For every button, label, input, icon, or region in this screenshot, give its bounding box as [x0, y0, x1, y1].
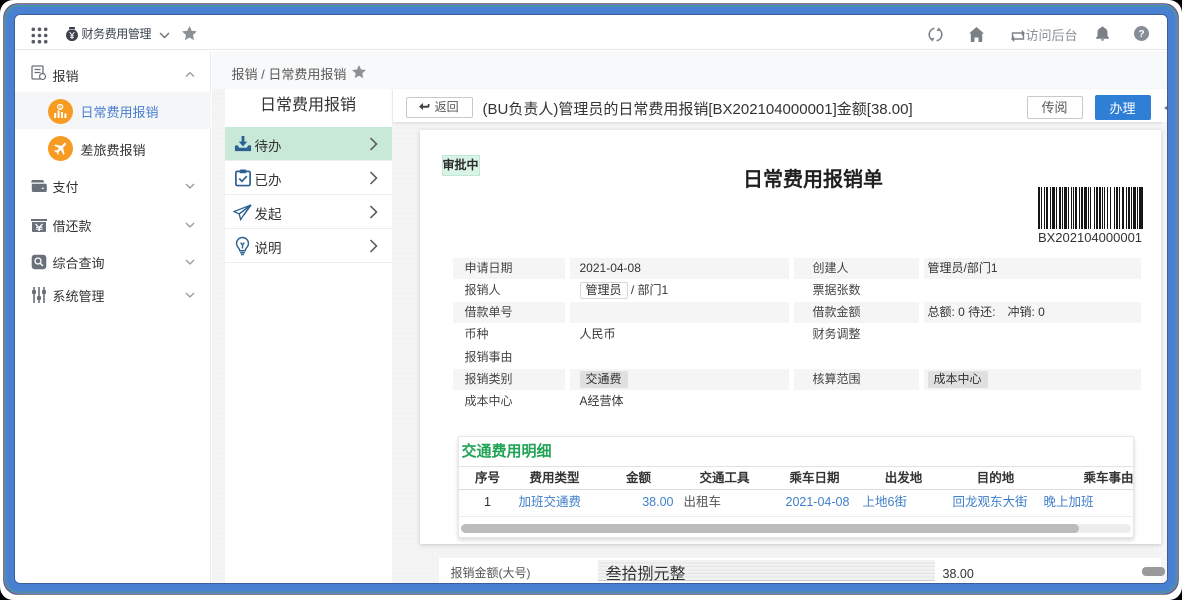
svg-text:$: $	[58, 104, 61, 110]
svg-text:?: ?	[1138, 29, 1144, 40]
